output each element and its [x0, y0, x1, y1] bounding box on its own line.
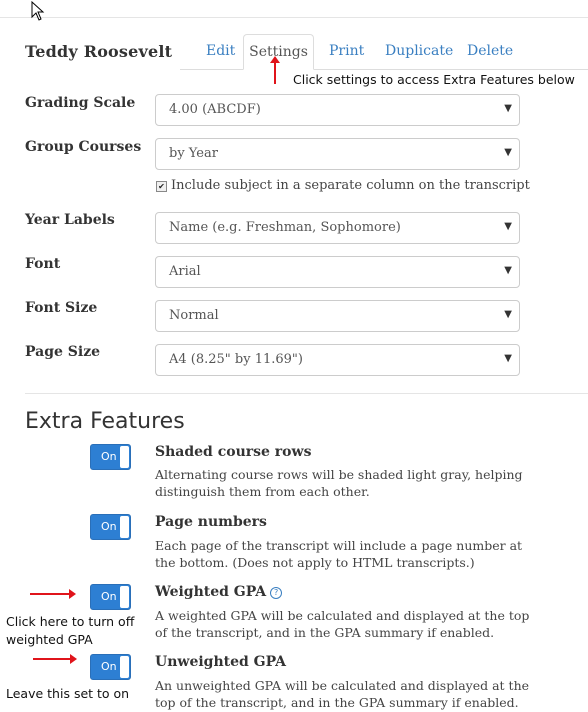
settings-annotation-text: Click settings to access Extra Features … [293, 72, 575, 87]
font-size-select[interactable]: Normal ▼ [155, 300, 520, 332]
toggle-knob [120, 446, 129, 468]
tab-duplicate[interactable]: Duplicate [385, 43, 453, 59]
toggle-knob [120, 516, 129, 538]
unweighted-gpa-title: Unweighted GPA [155, 654, 286, 670]
toggle-state: On [101, 520, 117, 533]
year-labels-select[interactable]: Name (e.g. Freshman, Sophomore) ▼ [155, 212, 520, 244]
font-select[interactable]: Arial ▼ [155, 256, 520, 288]
year-labels-label: Year Labels [25, 212, 115, 228]
section-divider [25, 393, 588, 394]
unweighted-gpa-desc: An unweighted GPA will be calculated and… [155, 678, 530, 710]
tab-edit[interactable]: Edit [206, 43, 235, 59]
page-size-value: A4 (8.25" by 11.69") [169, 352, 303, 367]
toggle-knob [120, 586, 129, 608]
include-subject-label: Include subject in a separate column on … [171, 178, 530, 193]
grading-scale-label: Grading Scale [25, 95, 136, 111]
caret-down-icon: ▼ [504, 103, 512, 114]
caret-down-icon: ▼ [504, 353, 512, 364]
toggle-state: On [101, 660, 117, 673]
caret-down-icon: ▼ [504, 147, 512, 158]
grading-scale-select[interactable]: 4.00 (ABCDF) ▼ [155, 94, 520, 126]
tabs-divider [180, 69, 588, 70]
tab-print[interactable]: Print [329, 43, 364, 59]
weighted-annotation-line2: weighted GPA [6, 632, 93, 647]
weighted-gpa-title-row: Weighted GPA? [155, 584, 283, 600]
unweighted-annotation-arrow [33, 654, 77, 664]
weighted-gpa-toggle[interactable]: On [90, 584, 131, 610]
page-numbers-desc: Each page of the transcript will include… [155, 538, 523, 570]
extra-features-heading: Extra Features [25, 409, 185, 434]
unweighted-gpa-toggle[interactable]: On [90, 654, 131, 680]
toggle-knob [120, 656, 129, 678]
year-labels-value: Name (e.g. Freshman, Sophomore) [169, 220, 401, 235]
mouse-pointer-icon [31, 1, 45, 21]
group-courses-label: Group Courses [25, 139, 142, 155]
group-courses-value: by Year [169, 146, 218, 161]
group-courses-select[interactable]: by Year ▼ [155, 138, 520, 170]
font-label: Font [25, 256, 61, 272]
settings-annotation-arrow [270, 56, 280, 84]
include-subject-checkbox[interactable]: ✔ [156, 181, 167, 192]
weighted-gpa-desc: A weighted GPA will be calculated and di… [155, 608, 530, 640]
page-size-select[interactable]: A4 (8.25" by 11.69") ▼ [155, 344, 520, 376]
caret-down-icon: ▼ [504, 221, 512, 232]
page-size-label: Page Size [25, 344, 101, 360]
page-numbers-title: Page numbers [155, 514, 267, 530]
caret-down-icon: ▼ [504, 265, 512, 276]
tab-settings[interactable]: Settings [243, 34, 314, 70]
weighted-gpa-title: Weighted GPA [155, 584, 267, 600]
student-name: Teddy Roosevelt [25, 42, 173, 61]
shaded-rows-toggle[interactable]: On [90, 444, 131, 470]
caret-down-icon: ▼ [504, 309, 512, 320]
weighted-annotation-line1: Click here to turn off [6, 614, 135, 629]
weighted-annotation-arrow [30, 589, 76, 599]
shaded-rows-desc: Alternating course rows will be shaded l… [155, 467, 523, 499]
toggle-state: On [101, 590, 117, 603]
top-divider [0, 17, 588, 18]
question-circle-icon[interactable]: ? [270, 587, 283, 599]
font-value: Arial [169, 264, 201, 279]
toggle-state: On [101, 450, 117, 463]
font-size-label: Font Size [25, 300, 98, 316]
font-size-value: Normal [169, 308, 219, 323]
tab-delete[interactable]: Delete [467, 43, 513, 59]
page-numbers-toggle[interactable]: On [90, 514, 131, 540]
unweighted-annotation-text: Leave this set to on [6, 686, 130, 701]
grading-scale-value: 4.00 (ABCDF) [169, 102, 261, 117]
shaded-rows-title: Shaded course rows [155, 444, 312, 460]
